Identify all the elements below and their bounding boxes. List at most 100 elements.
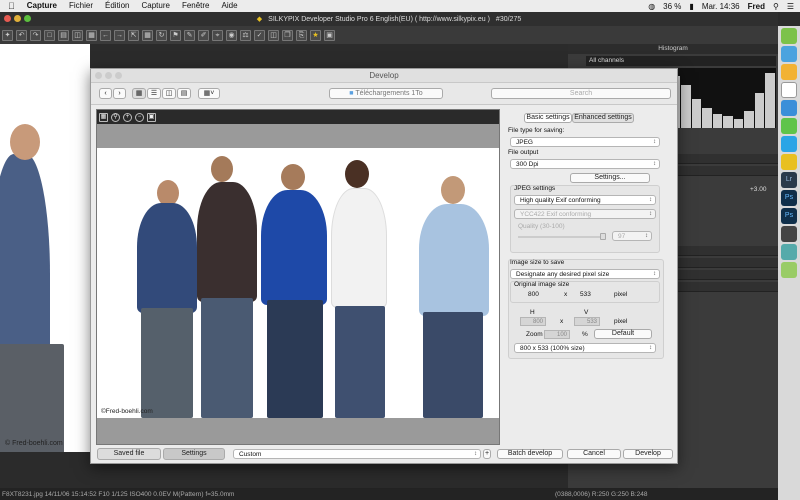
saved-file-button[interactable]: Saved file [97,448,161,460]
batch-develop-button[interactable]: Batch develop [497,449,563,459]
dialog-close-icon[interactable] [95,72,102,79]
dock-photoshop-icon[interactable]: Ps [781,190,797,206]
develop-button[interactable]: Develop [623,449,673,459]
rotate-icon[interactable]: ↻ [156,29,167,41]
grid-icon[interactable]: ▦ [142,29,153,41]
paste-icon[interactable]: ⎘ [296,29,307,41]
apple-icon[interactable]:  [0,1,21,11]
dock-silkypix-icon[interactable] [781,154,797,170]
view-grid-icon[interactable]: ▦ [86,29,97,41]
quality-slider[interactable] [518,236,604,238]
dock-app-icon[interactable] [781,100,797,116]
mark-icon[interactable]: ★ [310,29,321,41]
file-type-select[interactable]: JPEG ↕ [510,137,660,147]
tab-enhanced-settings[interactable]: Enhanced settings [572,113,634,123]
dock-lightroom-icon[interactable]: Lr [781,172,797,188]
clock[interactable]: Mar. 14:36 [702,2,740,11]
dock-skype-icon[interactable] [781,136,797,152]
crop-icon[interactable]: ⌖ [212,29,223,41]
grid-toggle-icon[interactable]: ▦ [99,112,108,122]
dock-app-icon[interactable] [781,262,797,278]
redo-icon[interactable]: ↷ [30,29,41,41]
menu-list-icon[interactable]: ☰ [787,2,794,11]
user-name[interactable]: Fred [748,2,765,11]
height-input[interactable]: 533 [574,317,600,326]
zoom-input[interactable]: 100 [544,330,570,339]
list-view-button[interactable]: ☰ [147,88,161,99]
file-output-label: File output [508,149,539,156]
wifi-icon[interactable]: ◍ [648,2,655,11]
search-field[interactable]: Search [491,88,671,99]
settings-tab-button[interactable]: Settings [163,448,225,460]
compare-icon[interactable]: ◫ [268,29,279,41]
zoom-in-icon[interactable]: + [123,112,132,122]
view-single-icon[interactable]: □ [44,29,55,41]
file-output-select[interactable]: 300 Dpi ↕ [510,159,660,169]
group-photo[interactable] [97,148,499,418]
dock-app-icon[interactable] [781,46,797,62]
arrange-button[interactable]: ▦˅ [198,88,220,99]
next-icon[interactable]: → [114,29,125,41]
quality-stepper[interactable]: 97 ↕ [612,231,652,241]
preset-select[interactable]: Custom ↕ [233,449,481,459]
menu-aide[interactable]: Aide [216,0,244,12]
menu-app[interactable]: Capture [21,0,63,12]
jpeg-color-mode-select[interactable]: YCC422 Exif conforming ↕ [514,209,656,219]
view-filmstrip-icon[interactable]: ▤ [58,29,69,41]
jpeg-quality-mode-select[interactable]: High quality Exif conforming ↕ [514,195,656,205]
image-size-mode-select[interactable]: Designate any desired pixel size ↕ [510,269,660,279]
full-size-icon[interactable]: ▣ [147,112,156,122]
menu-fichier[interactable]: Fichier [63,0,99,12]
tool-develop-icon[interactable]: ✦ [2,29,13,41]
battery-icon[interactable]: ▮ [689,2,693,11]
output-settings-button[interactable]: Settings... [570,173,650,183]
zoom-out-icon[interactable]: − [135,112,144,122]
menu-edition[interactable]: Édition [99,0,135,12]
image-preview[interactable]: ▦ ⚲ + − ▣ ©Fred-boehli.com [96,109,500,445]
battery-percent[interactable]: 36 % [663,2,681,11]
width-input[interactable]: 800 [520,317,546,326]
back-button[interactable]: ‹ [99,88,112,99]
cover-flow-button[interactable]: ▤ [177,88,191,99]
quality-slider-knob[interactable] [600,233,606,240]
zoom-fit-icon[interactable]: ⚲ [111,112,120,122]
dock-photoshop-icon[interactable]: Ps [781,208,797,224]
search-icon[interactable]: ⚲ [773,2,779,11]
channels-select[interactable]: All channels [586,56,776,66]
spot-icon[interactable]: ◉ [226,29,237,41]
menu-fenetre[interactable]: Fenêtre [176,0,216,12]
forward-button[interactable]: › [113,88,126,99]
eyedropper-icon[interactable]: ✐ [198,29,209,41]
dock-app-icon[interactable] [781,244,797,260]
cancel-button[interactable]: Cancel [567,449,621,459]
icon-view-button[interactable]: ▦ [132,88,146,99]
background-photo[interactable]: © Fred-boehli.com [0,44,90,452]
zoom-window-icon[interactable] [24,15,31,22]
dock-app-icon[interactable] [781,226,797,242]
tab-basic-settings[interactable]: Basic settings [524,113,572,123]
default-button[interactable]: Default [594,329,652,339]
size-preset-select[interactable]: 800 x 533 (100% size) ↕ [514,343,656,353]
copy-icon[interactable]: ❐ [282,29,293,41]
develop-output-icon[interactable]: ▣ [324,29,335,41]
close-window-icon[interactable] [4,15,11,22]
column-view-button[interactable]: ◫ [162,88,176,99]
undo-icon[interactable]: ↶ [16,29,27,41]
minimize-window-icon[interactable] [14,15,21,22]
select-icon[interactable]: ⇱ [128,29,139,41]
dock-app-icon[interactable] [781,64,797,80]
level-icon[interactable]: ⚖ [240,29,251,41]
prev-icon[interactable]: ← [100,29,111,41]
dock-calendar-icon[interactable] [781,82,797,98]
paint-icon[interactable]: ✎ [184,29,195,41]
dock-app-icon[interactable] [781,28,797,44]
dialog-minimize-icon[interactable] [105,72,112,79]
flag-icon[interactable]: ⚑ [170,29,181,41]
view-compare-icon[interactable]: ◫ [72,29,83,41]
add-preset-button[interactable]: + [483,449,491,459]
menu-capture[interactable]: Capture [135,0,175,12]
check-icon[interactable]: ✓ [254,29,265,41]
dock-app-icon[interactable] [781,118,797,134]
path-popup[interactable]: ■ Téléchargements 1To [329,88,443,99]
dialog-zoom-icon[interactable] [115,72,122,79]
